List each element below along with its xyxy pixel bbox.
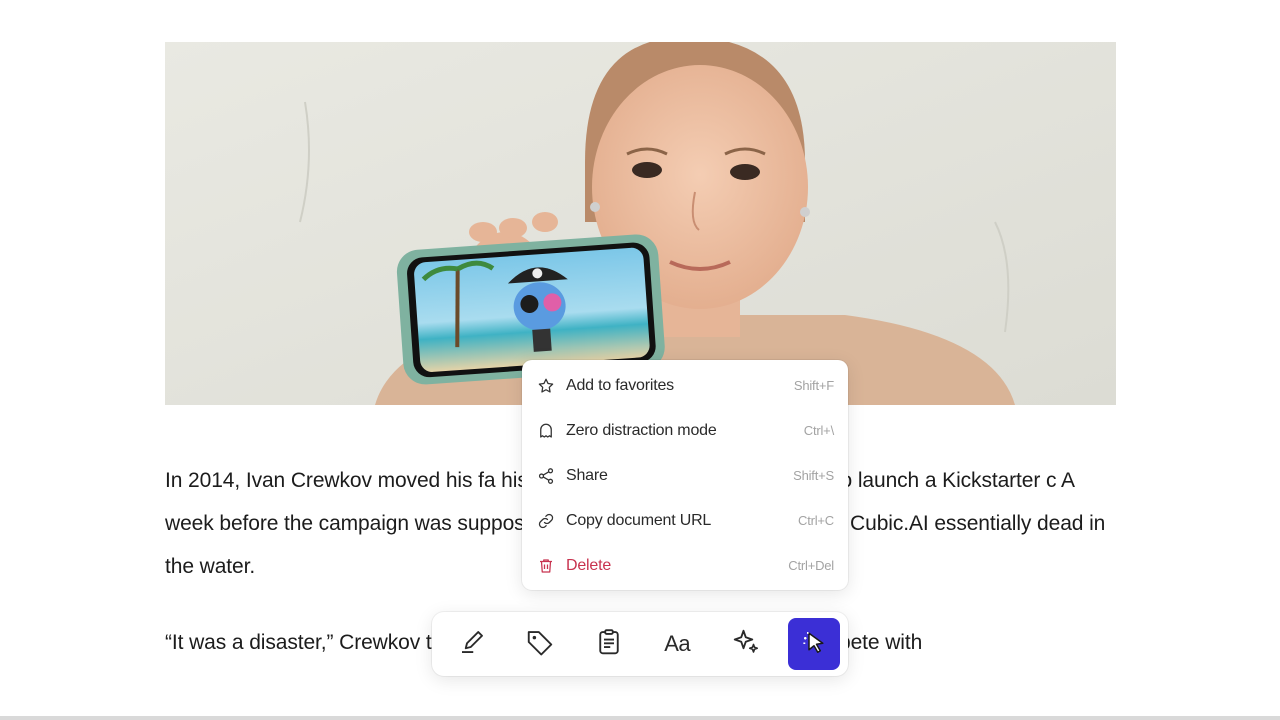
menu-item-add-to-favorites[interactable]: Add to favorites Shift+F xyxy=(522,363,848,408)
menu-item-shortcut: Ctrl+Del xyxy=(788,558,834,573)
menu-item-zero-distraction-mode[interactable]: Zero distraction mode Ctrl+\ xyxy=(522,408,848,453)
ghost-icon xyxy=(536,421,556,441)
text-style-button[interactable]: Aa xyxy=(651,618,703,670)
highlight-button[interactable] xyxy=(446,618,498,670)
link-icon xyxy=(536,511,556,531)
tag-icon xyxy=(525,627,555,662)
share-icon xyxy=(536,466,556,486)
clipboard-icon xyxy=(594,627,624,662)
menu-item-shortcut: Shift+F xyxy=(793,378,834,393)
menu-item-share[interactable]: Share Shift+S xyxy=(522,453,848,498)
menu-item-label: Share xyxy=(566,466,608,484)
photo-illustration xyxy=(165,42,1116,405)
menu-item-shortcut: Ctrl+C xyxy=(798,513,834,528)
menu-item-copy-document-url[interactable]: Copy document URL Ctrl+C xyxy=(522,498,848,543)
menu-item-shortcut: Ctrl+\ xyxy=(803,423,834,438)
star-icon xyxy=(536,376,556,396)
highlighter-icon xyxy=(457,627,487,662)
divider xyxy=(0,716,1280,720)
pointer-mode-button[interactable] xyxy=(787,618,840,670)
menu-item-delete[interactable]: Delete Ctrl+Del xyxy=(522,543,848,588)
trash-icon xyxy=(536,556,556,576)
menu-item-label: Copy document URL xyxy=(566,511,712,529)
text-style-icon: Aa xyxy=(664,631,691,656)
menu-item-label: Add to favorites xyxy=(566,376,674,394)
article-hero-image xyxy=(165,42,1116,405)
menu-item-shortcut: Shift+S xyxy=(793,468,834,483)
sparkle-icon xyxy=(731,627,761,662)
floating-toolbar: Aa xyxy=(432,612,848,676)
menu-item-label: Delete xyxy=(566,556,612,574)
pointer-icon xyxy=(799,627,829,662)
tag-button[interactable] xyxy=(514,618,566,670)
notes-button[interactable] xyxy=(583,618,635,670)
ai-assistant-button[interactable] xyxy=(720,618,772,670)
context-menu: Add to favorites Shift+F Zero distractio… xyxy=(522,360,848,590)
document-page: In 2014, Ivan Crewkov moved his fa his s… xyxy=(0,0,1280,720)
menu-item-label: Zero distraction mode xyxy=(566,421,717,439)
